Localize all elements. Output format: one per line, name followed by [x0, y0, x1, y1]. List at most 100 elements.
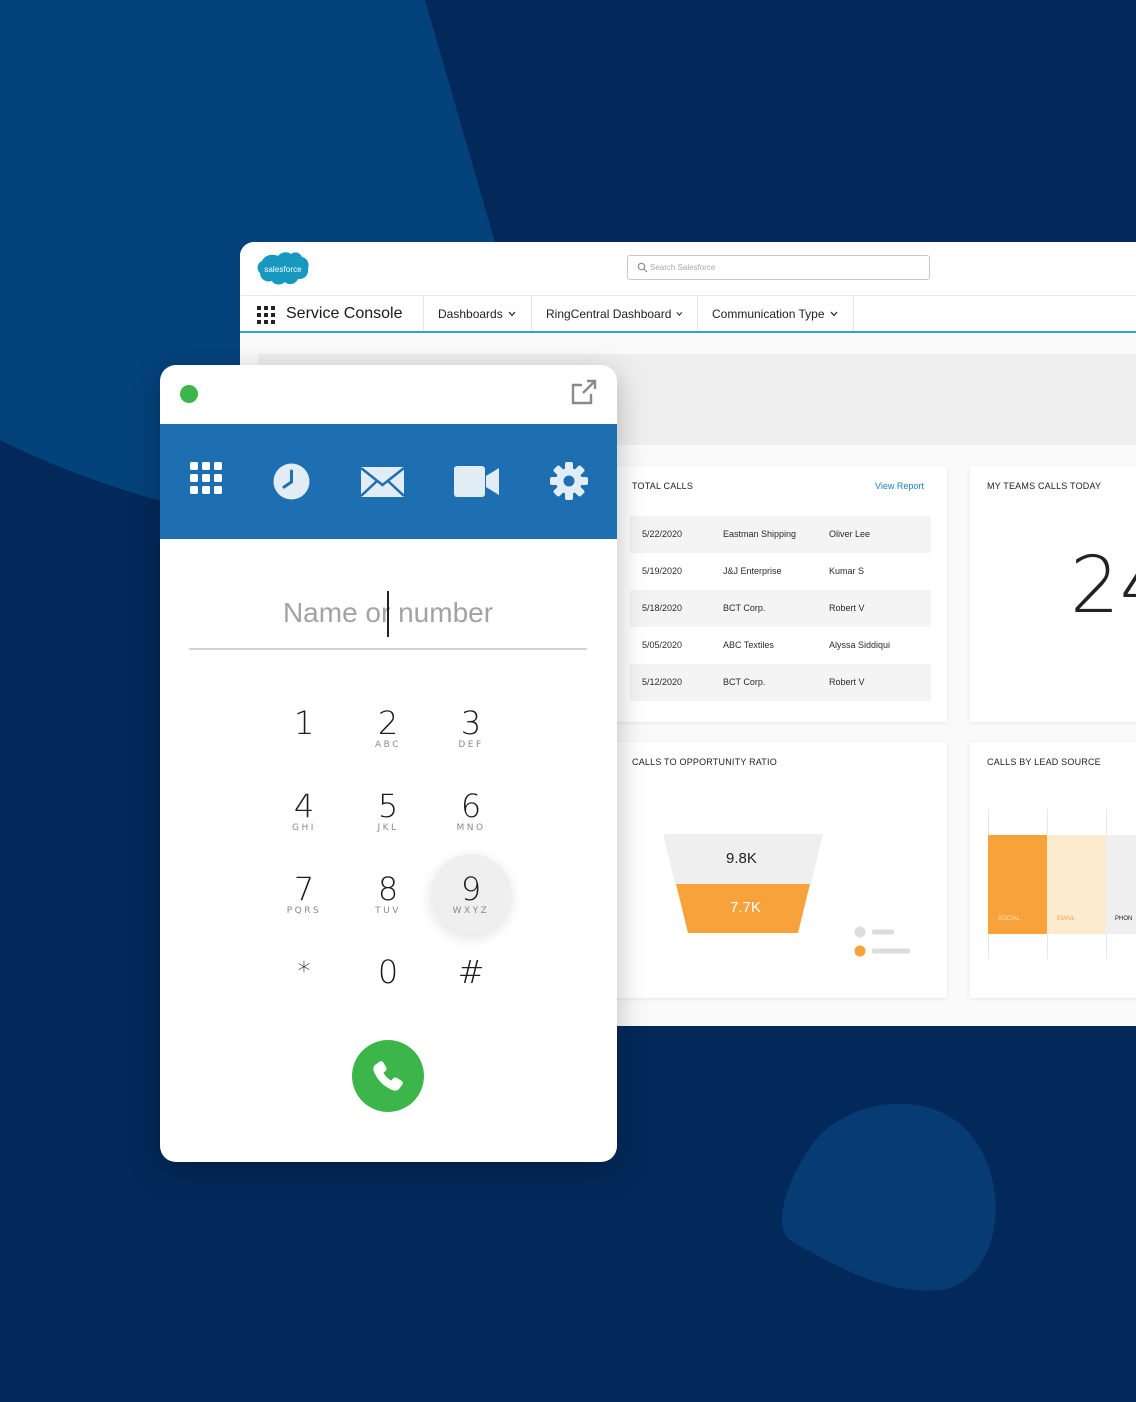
key-digit: 0 [377, 953, 399, 991]
call-person: Kumar S [829, 566, 865, 576]
card-title: CALLS BY LEAD SOURCE [987, 757, 1101, 767]
key-4[interactable]: 4 GHI [264, 771, 344, 851]
key-1[interactable]: 1 [264, 688, 344, 768]
key-digit: 3 [460, 704, 482, 742]
funnel-legend [854, 926, 910, 957]
app-title: Service Console [286, 305, 403, 322]
salesforce-logo-text: salesforce [264, 264, 302, 274]
salesforce-header: salesforce [240, 242, 1136, 296]
table-row[interactable]: 5/18/2020 BCT Corp. Robert V [630, 590, 931, 627]
tab-label: Dashboards [438, 306, 503, 321]
message-envelope-icon[interactable] [361, 467, 404, 497]
history-clock-icon[interactable] [273, 463, 310, 500]
presence-status-dot[interactable] [180, 385, 198, 403]
phone-icon [373, 1061, 403, 1091]
key-digit: 6 [460, 787, 482, 825]
call-company: BCT Corp. [723, 677, 766, 687]
calls-table: 5/22/2020 Eastman Shipping Oliver Lee 5/… [630, 516, 931, 701]
call-company: Eastman Shipping [723, 529, 797, 539]
table-row[interactable]: 5/12/2020 BCT Corp. Robert V [630, 664, 931, 701]
lead-source-card: CALLS BY LEAD SOURCE SOCIAL EMAIL PHON [970, 742, 1136, 998]
salesforce-nav: Service Console Dashboards RingCentral D… [240, 296, 1136, 333]
card-title: CALLS TO OPPORTUNITY RATIO [632, 757, 777, 767]
call-date: 5/22/2020 [642, 529, 683, 539]
key-digit: 1 [293, 704, 315, 742]
key-9[interactable]: 9 WXYZ [431, 854, 511, 934]
lead-source-chart [988, 809, 1136, 959]
funnel-chart [663, 834, 823, 933]
key-digit: # [457, 953, 485, 991]
salesforce-logo[interactable]: salesforce [256, 250, 310, 288]
key-8[interactable]: 8 TUV [348, 854, 428, 934]
key-letters: TUV [375, 906, 401, 916]
tab-label: RingCentral Dashboard [546, 306, 672, 321]
dialpad-icon[interactable] [190, 462, 223, 495]
key-hash[interactable]: # [431, 937, 511, 1017]
name-or-number-field[interactable] [189, 588, 587, 650]
dialer-toolbar [160, 424, 617, 539]
key-digit: 5 [377, 787, 399, 825]
call-date: 5/05/2020 [642, 640, 683, 650]
chevron-down-icon [676, 311, 683, 316]
key-6[interactable]: 6 MNO [431, 771, 511, 851]
salesforce-search[interactable] [627, 255, 930, 280]
teams-calls-value: 24 [1070, 541, 1136, 631]
video-camera-icon[interactable] [454, 466, 499, 497]
tab-communication-type[interactable]: Communication Type [698, 296, 854, 331]
search-icon [637, 262, 648, 273]
key-letters: MNO [456, 823, 486, 833]
card-title: MY TEAMS CALLS TODAY [987, 481, 1102, 491]
key-letters: PQRS [286, 906, 322, 916]
lead-label-social: SOCIAL [998, 916, 1021, 922]
key-letters: JKL [377, 823, 399, 833]
opportunity-ratio-card: CALLS TO OPPORTUNITY RATIO 9.8K 7.7K [608, 742, 947, 998]
tab-ringcentral-dashboard[interactable]: RingCentral Dashboard [532, 296, 698, 331]
call-company: BCT Corp. [723, 603, 766, 613]
chevron-down-icon [830, 311, 837, 316]
app-grid-icon [257, 306, 275, 324]
call-person: Alyssa Siddiqui [829, 640, 891, 650]
table-row[interactable]: 5/22/2020 Eastman Shipping Oliver Lee [630, 516, 931, 553]
teams-calls-card: MY TEAMS CALLS TODAY 24 [970, 466, 1136, 722]
app-launcher[interactable]: Service Console [240, 296, 424, 331]
key-3[interactable]: 3 DEF [431, 688, 511, 768]
ringcentral-dialer: 1 2 ABC 3 DEF 4 GHI 5 JKL 6 MNO 7 PQRS 8… [160, 365, 617, 1162]
table-row[interactable]: 5/19/2020 J&J Enterprise Kumar S [630, 553, 931, 590]
key-7[interactable]: 7 PQRS [264, 854, 344, 934]
call-date: 5/18/2020 [642, 603, 683, 613]
key-digit: 2 [377, 704, 399, 742]
tab-label: Communication Type [712, 306, 825, 321]
key-digit: 9 [460, 870, 482, 908]
table-row[interactable]: 5/05/2020 ABC Textiles Alyssa Siddiqui [630, 627, 931, 664]
search-input[interactable] [650, 259, 920, 276]
view-report-link[interactable]: View Report [875, 481, 924, 491]
key-star[interactable]: * [264, 937, 344, 1017]
key-2[interactable]: 2 ABC [348, 688, 428, 768]
call-button[interactable] [352, 1040, 424, 1112]
key-0[interactable]: 0 [348, 937, 428, 1017]
popout-icon[interactable] [570, 378, 598, 406]
key-digit: * [297, 957, 311, 987]
funnel-top-label: 9.8K [726, 850, 757, 867]
key-letters: DEF [458, 740, 484, 750]
lead-bar-email [1047, 835, 1106, 934]
key-letters: ABC [375, 740, 401, 750]
call-person: Robert V [829, 677, 865, 687]
key-digit: 7 [293, 870, 315, 908]
call-person: Oliver Lee [829, 529, 871, 539]
key-letters: GHI [292, 823, 316, 833]
call-person: Robert V [829, 603, 865, 613]
key-5[interactable]: 5 JKL [348, 771, 428, 851]
call-date: 5/19/2020 [642, 566, 683, 576]
settings-gear-icon[interactable] [550, 462, 588, 500]
total-calls-card: TOTAL CALLS View Report 5/22/2020 Eastma… [608, 466, 947, 722]
lead-label-email: EMAIL [1057, 916, 1076, 922]
key-digit: 4 [293, 787, 315, 825]
call-date: 5/12/2020 [642, 677, 683, 687]
text-cursor [387, 591, 389, 637]
lead-label-phone: PHON [1115, 916, 1133, 922]
call-company: ABC Textiles [723, 640, 774, 650]
card-title: TOTAL CALLS [632, 481, 694, 491]
chevron-down-icon [508, 311, 516, 316]
tab-dashboards[interactable]: Dashboards [424, 296, 532, 331]
